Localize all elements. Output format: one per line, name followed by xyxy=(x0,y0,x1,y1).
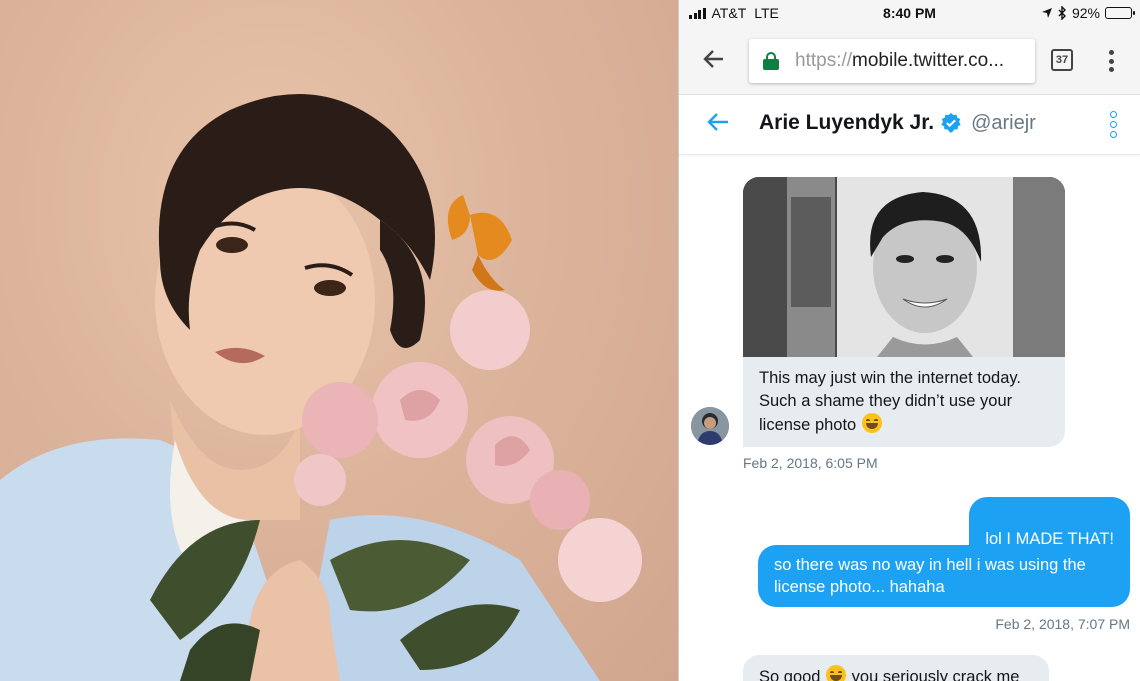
status-bar: AT&T LTE 8:40 PM 92% xyxy=(679,0,1140,26)
lock-icon xyxy=(763,52,779,70)
message-text: So good xyxy=(759,668,821,681)
message-text: This may just win the internet today. Su… xyxy=(759,369,1021,434)
back-arrow-icon[interactable] xyxy=(705,109,731,141)
location-arrow-icon xyxy=(1041,8,1052,18)
back-arrow-icon[interactable] xyxy=(701,46,731,76)
conversation-title[interactable]: Arie Luyendyk Jr. @ariejr xyxy=(759,111,1036,135)
menu-dots-icon[interactable] xyxy=(1109,50,1115,72)
phone-screen: AT&T LTE 8:40 PM 92% https:// mobile.twi… xyxy=(678,0,1140,681)
url-bar[interactable]: https:// mobile.twitter.co... xyxy=(749,39,1035,83)
message-timestamp: Feb 2, 2018, 7:07 PM xyxy=(995,616,1130,632)
laughing-tears-emoji-icon xyxy=(861,413,882,433)
verified-badge-icon xyxy=(941,112,961,133)
contact-name: Arie Luyendyk Jr. xyxy=(759,111,935,134)
url-scheme: https:// xyxy=(795,50,853,71)
portrait-photo xyxy=(0,0,678,681)
url-host: mobile.twitter.co... xyxy=(852,50,1005,71)
outgoing-message[interactable]: so there was no way in hell i was using … xyxy=(758,545,1130,607)
more-options-icon[interactable] xyxy=(1110,111,1117,138)
bluetooth-icon xyxy=(1058,6,1066,20)
tab-switcher-button[interactable]: 37 xyxy=(1051,49,1073,71)
avatar[interactable] xyxy=(691,407,729,445)
contact-handle: @ariejr xyxy=(971,111,1036,134)
battery-percent: 92% xyxy=(1071,5,1100,21)
browser-toolbar: https:// mobile.twitter.co... 37 xyxy=(679,26,1140,95)
message-text: you seriously crack me xyxy=(851,668,1020,681)
laughing-tears-emoji-icon xyxy=(826,665,847,681)
conversation-header: Arie Luyendyk Jr. @ariejr xyxy=(679,95,1140,155)
incoming-message[interactable]: So good you seriously crack me xyxy=(743,655,1049,681)
status-right: 92% xyxy=(1041,5,1135,21)
battery-icon xyxy=(1105,7,1135,19)
message-timestamp: Feb 2, 2018, 6:05 PM xyxy=(743,455,878,471)
message-thread: This may just win the internet today. Su… xyxy=(679,155,1140,681)
shared-photo[interactable] xyxy=(743,177,1065,357)
incoming-message[interactable]: This may just win the internet today. Su… xyxy=(743,357,1065,447)
